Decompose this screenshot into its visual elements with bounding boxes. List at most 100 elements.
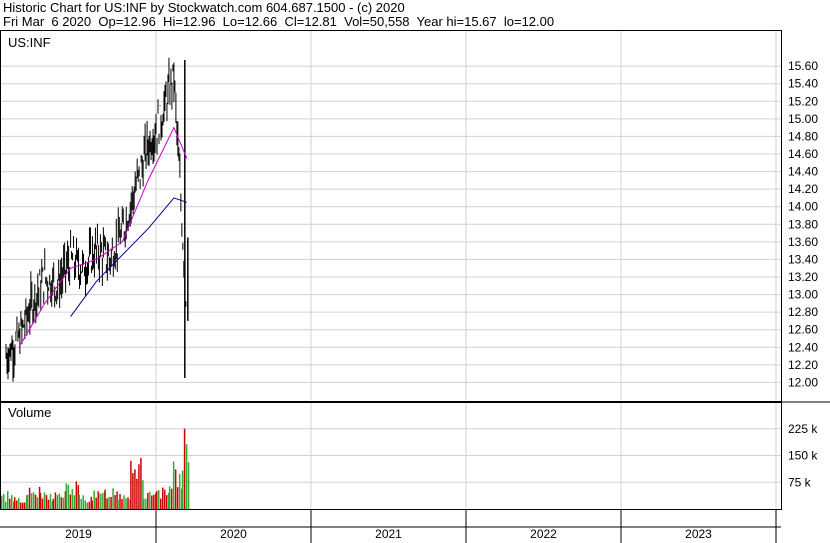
- price-tick-label: 13.20: [788, 270, 818, 284]
- volume-bar: [43, 492, 46, 509]
- volume-bar: [156, 491, 158, 509]
- price-tick-label: 14.00: [788, 200, 818, 214]
- volume-bar: [125, 498, 127, 509]
- price-tick-label: 12.00: [788, 375, 818, 389]
- volume-bar: [36, 497, 39, 509]
- volume-bar: [65, 483, 68, 509]
- volume-bar: [110, 497, 112, 509]
- price-tick-label: 15.60: [788, 59, 818, 73]
- volume-bar: [104, 489, 106, 509]
- volume-bar: [151, 495, 153, 509]
- volume-bar: [170, 488, 173, 509]
- volume-bar: [86, 502, 88, 509]
- volume-bar: [82, 495, 84, 509]
- volume-bar: [71, 489, 74, 509]
- year-tick-label: 2022: [530, 527, 557, 541]
- year-tick-label: 2019: [65, 527, 92, 541]
- volume-bar: [21, 502, 24, 509]
- volume-bar: [143, 498, 145, 509]
- volume-bar: [149, 491, 151, 509]
- volume-bar: [174, 469, 177, 509]
- volume-bar: [123, 495, 125, 509]
- volume-bar: [3, 494, 5, 509]
- volume-bar: [62, 497, 65, 509]
- price-panel-label: US:INF: [8, 35, 51, 50]
- volume-bar: [13, 497, 16, 509]
- year-tick-label: 2021: [375, 527, 402, 541]
- price-volume-chart: 15.60 15.40 15.20 15.00 14.80 14.60 14.40 14.20…: [0, 30, 830, 543]
- volume-bar: [73, 495, 76, 509]
- year-tick-label: 2023: [685, 527, 712, 541]
- volume-bar: [160, 498, 162, 509]
- volume-bar: [80, 498, 82, 509]
- price-tick-label: 12.80: [788, 305, 818, 319]
- volume-bar: [60, 497, 63, 509]
- volume-bar: [75, 481, 78, 509]
- volume-bar: [121, 499, 123, 509]
- volume-bar: [138, 464, 140, 509]
- volume-bar: [147, 492, 149, 509]
- price-tick-label: 13.80: [788, 217, 818, 231]
- volume-bar: [88, 501, 90, 509]
- volume-bar: [78, 494, 80, 509]
- chart-stage: Historic Chart for US:INF by Stockwatch.…: [0, 0, 830, 543]
- volume-bar: [140, 457, 142, 509]
- volume-bar: [19, 502, 22, 509]
- price-tick-label: 14.60: [788, 147, 818, 161]
- volume-bar: [67, 484, 70, 509]
- volume-bar: [52, 498, 55, 509]
- volume-bar: [47, 499, 50, 509]
- price-tick-label: 13.00: [788, 288, 818, 302]
- volume-bar: [176, 487, 179, 509]
- volume-bar: [26, 494, 29, 509]
- volume-bars-layer: [1, 428, 190, 509]
- volume-bar: [58, 493, 61, 509]
- volume-bar: [119, 494, 121, 509]
- volume-bar: [117, 499, 119, 509]
- price-tick-label: 15.40: [788, 77, 818, 91]
- volume-bar: [185, 444, 188, 509]
- volume-bar: [91, 500, 93, 509]
- price-tick-label: 15.00: [788, 112, 818, 126]
- price-series-layer: [5, 57, 189, 382]
- price-tick-label: 14.80: [788, 129, 818, 143]
- price-tick-label: 12.60: [788, 323, 818, 337]
- price-tick-label: 15.20: [788, 94, 818, 108]
- volume-tick-label: 75 k: [788, 475, 812, 489]
- grid-lines: [1, 31, 781, 509]
- volume-bar: [45, 495, 48, 509]
- volume-bar: [9, 498, 11, 509]
- volume-bar: [158, 490, 160, 509]
- price-tick-label: 13.40: [788, 252, 818, 266]
- volume-bar: [187, 462, 190, 509]
- volume-bar: [17, 498, 20, 509]
- volume-bar: [108, 496, 110, 509]
- volume-bar: [49, 494, 52, 509]
- volume-bar: [164, 489, 166, 509]
- year-tick-label: 2020: [220, 527, 247, 541]
- volume-bar: [28, 487, 31, 509]
- volume-bar: [32, 492, 35, 509]
- volume-bar: [130, 460, 132, 509]
- volume-bar: [181, 470, 184, 509]
- price-tick-label: 12.40: [788, 340, 818, 354]
- volume-bar: [39, 492, 42, 509]
- volume-bar: [23, 502, 26, 509]
- volume-bar: [145, 498, 147, 509]
- volume-bar: [172, 461, 175, 509]
- volume-bar: [41, 498, 44, 509]
- volume-bar: [99, 493, 101, 509]
- volume-bar: [15, 500, 18, 509]
- price-tick-label: 14.20: [788, 182, 818, 196]
- volume-bar: [166, 495, 168, 509]
- volume-tick-label: 150 k: [788, 449, 818, 463]
- volume-bar: [56, 495, 59, 509]
- volume-bar: [106, 498, 108, 509]
- volume-bar: [84, 500, 86, 509]
- price-tick-label: 13.60: [788, 235, 818, 249]
- volume-bar: [112, 488, 114, 509]
- volume-bar: [95, 497, 97, 509]
- volume-bar: [11, 495, 13, 509]
- volume-bar: [5, 501, 7, 509]
- volume-bar: [101, 493, 103, 509]
